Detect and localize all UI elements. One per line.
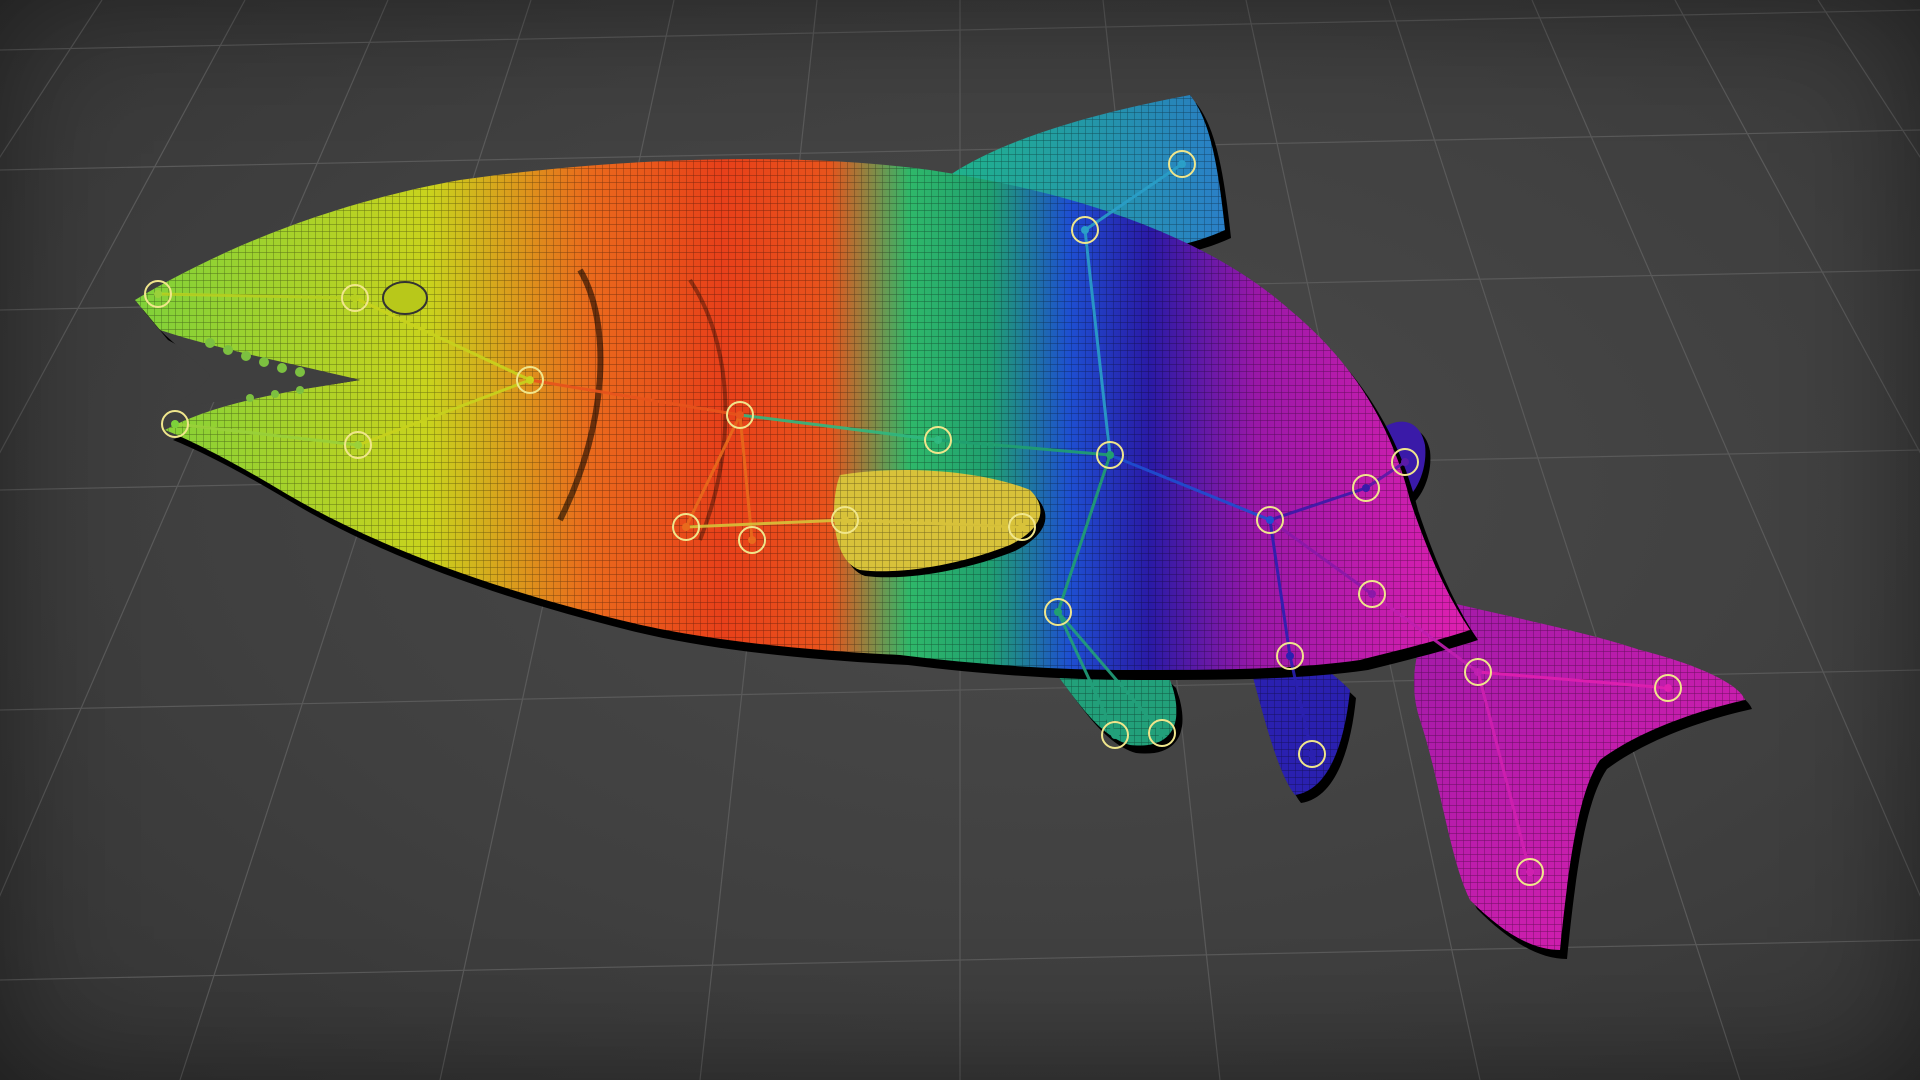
- grid-line: [0, 0, 389, 897]
- fish-mesh[interactable]: [135, 95, 1752, 959]
- grid-line: [0, 0, 103, 159]
- grid-line: [1674, 0, 1920, 454]
- fish-eye: [382, 281, 428, 315]
- viewport-canvas[interactable]: [0, 0, 1920, 1080]
- grid-line: [1817, 0, 1920, 159]
- grid-line: [1531, 0, 1920, 897]
- grid-line: [0, 0, 246, 454]
- 3d-viewport[interactable]: [0, 0, 1920, 1080]
